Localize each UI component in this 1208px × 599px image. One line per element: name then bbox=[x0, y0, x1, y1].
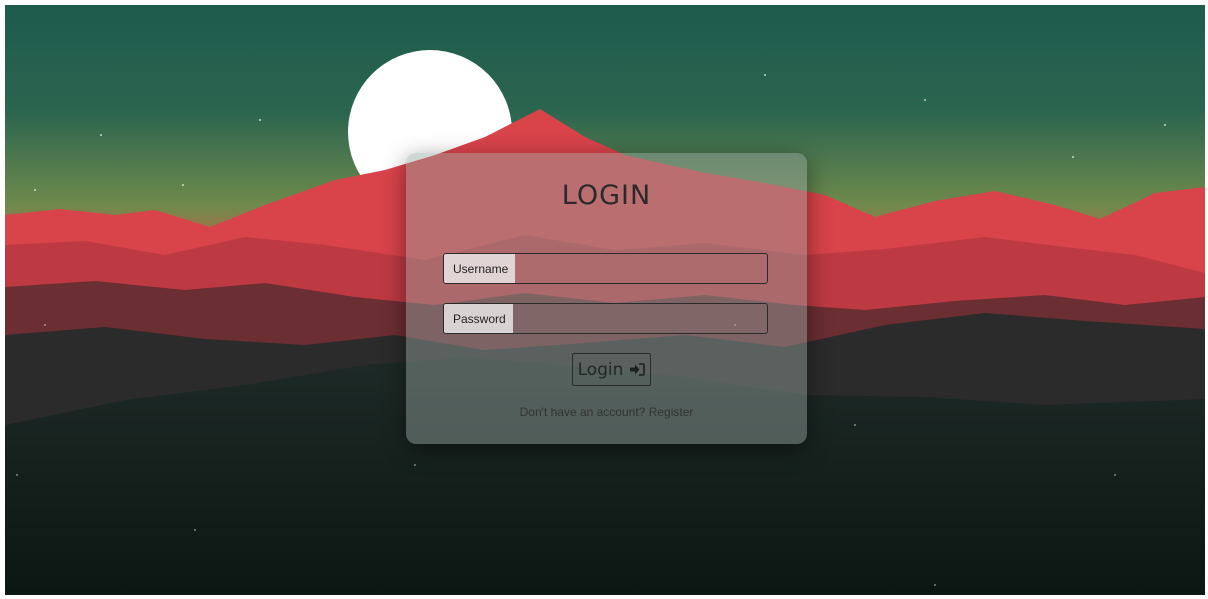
password-label: Password bbox=[444, 304, 513, 333]
password-input[interactable] bbox=[512, 304, 767, 333]
sign-in-icon bbox=[629, 363, 646, 376]
login-title: LOGIN bbox=[561, 180, 652, 211]
register-prompt: Don't have an account? Register bbox=[406, 405, 807, 419]
register-link[interactable]: Register bbox=[649, 405, 694, 419]
login-card: LOGIN Username Password Login Don't have… bbox=[406, 153, 807, 444]
register-prompt-text: Don't have an account? bbox=[519, 405, 646, 419]
login-button-label: Login bbox=[577, 359, 624, 380]
username-label: Username bbox=[444, 254, 516, 283]
username-input[interactable] bbox=[515, 254, 767, 283]
username-field: Username bbox=[443, 253, 768, 284]
login-button[interactable]: Login bbox=[572, 353, 651, 386]
password-field: Password bbox=[443, 303, 768, 334]
